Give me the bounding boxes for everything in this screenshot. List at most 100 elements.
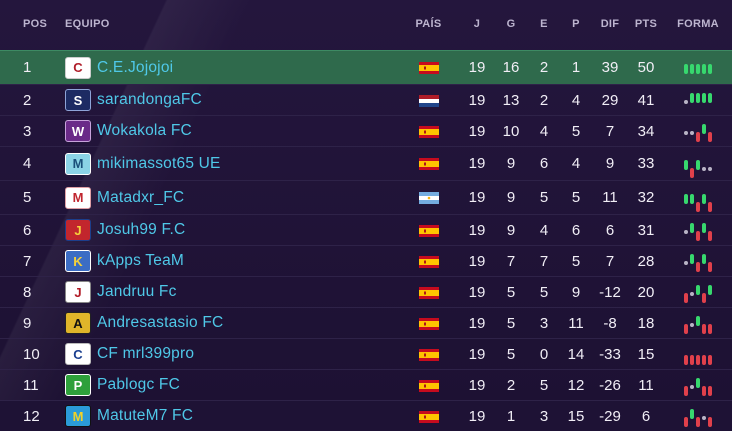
form-loss-marker: l [696,262,700,272]
header-country[interactable]: PAÍS [397,10,460,51]
row-team-cell: S sarandongaFC [65,85,397,116]
header-won[interactable]: G [494,10,528,51]
row-points: 11 [628,370,664,401]
row-position: 12 [0,401,65,431]
row-played: 19 [460,85,494,116]
form-win-marker: w [696,64,700,74]
form-win-marker: w [696,160,700,170]
team-link[interactable]: K kApps TeaM [65,246,397,276]
row-form: dwwww [664,85,732,116]
form-loss-marker: l [702,293,706,303]
form-win-marker: w [702,64,706,74]
team-crest-icon: J [65,281,91,303]
team-link[interactable]: P Pablogc FC [65,370,397,400]
row-lost: 5 [560,116,592,147]
team-name[interactable]: Matadxr_FC [97,189,184,207]
country-flag-icon: spain [397,215,460,246]
form-win-marker: w [702,223,706,233]
team-name[interactable]: kApps TeaM [97,252,184,270]
header-diff[interactable]: DIF [592,10,628,51]
team-crest-icon: S [65,89,91,111]
row-form: dwlwl [664,215,732,246]
row-won: 9 [494,215,528,246]
team-name[interactable]: C.E.Jojojoi [97,59,173,77]
form-loss-marker: l [708,262,712,272]
table-body: 1 C C.E.Jojojoi spain 19 16 2 1 39 50 ww… [0,51,732,431]
table-row[interactable]: 3 W Wokakola FC spain 19 10 4 5 7 34 ddl… [0,116,732,147]
row-drawn: 3 [528,308,560,339]
row-drawn: 5 [528,370,560,401]
team-link[interactable]: C C.E.Jojojoi [65,53,397,83]
team-link[interactable]: J Jandruu Fc [65,277,397,307]
header-form[interactable]: FORMA [664,10,732,51]
table-row[interactable]: 7 K kApps TeaM spain 19 7 7 5 7 28 dwlwl [0,246,732,277]
team-name[interactable]: Andresastasio FC [97,314,223,332]
table-row[interactable]: 12 M MatuteM7 FC spain 19 1 3 15 -29 6 l… [0,401,732,431]
row-drawn: 5 [528,277,560,308]
form-draw-marker: d [684,230,688,234]
header-team[interactable]: EQUIPO [65,10,397,51]
team-name[interactable]: mikimassot65 UE [97,155,221,173]
team-link[interactable]: C CF mrl399pro [65,339,397,369]
table-row[interactable]: 9 A Andresastasio FC spain 19 5 3 11 -8 … [0,308,732,339]
row-won: 16 [494,51,528,85]
team-link[interactable]: S sarandongaFC [65,85,397,115]
form-guide: dwwww [684,91,712,113]
row-team-cell: M Matadxr_FC [65,181,397,215]
row-won: 5 [494,339,528,370]
team-name[interactable]: Josuh99 F.C [97,221,185,239]
form-loss-marker: l [696,231,700,241]
table-row[interactable]: 5 M Matadxr_FC argentina 19 9 5 5 11 32 … [0,181,732,215]
form-loss-marker: l [702,324,706,334]
form-loss-marker: l [696,202,700,212]
row-diff: 9 [592,147,628,181]
team-name[interactable]: Wokakola FC [97,122,192,140]
team-crest-icon: C [65,343,91,365]
row-points: 15 [628,339,664,370]
form-loss-marker: l [690,355,694,365]
header-points[interactable]: PTS [628,10,664,51]
form-win-marker: w [702,194,706,204]
table-row[interactable]: 10 C CF mrl399pro spain 19 5 0 14 -33 15… [0,339,732,370]
team-link[interactable]: M Matadxr_FC [65,183,397,213]
form-draw-marker: d [708,167,712,171]
table-row[interactable]: 1 C C.E.Jojojoi spain 19 16 2 1 39 50 ww… [0,51,732,85]
row-points: 50 [628,51,664,85]
table-row[interactable]: 11 P Pablogc FC spain 19 2 5 12 -26 11 l… [0,370,732,401]
form-loss-marker: l [684,355,688,365]
row-form: ldwlw [664,277,732,308]
row-position: 8 [0,277,65,308]
table-row[interactable]: 4 M mikimassot65 UE spain 19 9 6 4 9 33 … [0,147,732,181]
team-link[interactable]: M MatuteM7 FC [65,401,397,431]
row-team-cell: K kApps TeaM [65,246,397,277]
row-position: 9 [0,308,65,339]
table-row[interactable]: 2 S sarandongaFC netherlands 19 13 2 4 2… [0,85,732,116]
country-flag-icon: spain [397,277,460,308]
form-draw-marker: d [684,261,688,265]
row-played: 19 [460,147,494,181]
row-form: dwlwl [664,246,732,277]
team-link[interactable]: A Andresastasio FC [65,308,397,338]
form-guide: ddlwl [684,122,712,144]
row-played: 19 [460,181,494,215]
team-name[interactable]: CF mrl399pro [97,345,194,363]
team-link[interactable]: J Josuh99 F.C [65,215,397,245]
header-played[interactable]: J [460,10,494,51]
team-name[interactable]: sarandongaFC [97,91,202,109]
team-name[interactable]: Jandruu Fc [97,283,177,301]
row-played: 19 [460,116,494,147]
team-name[interactable]: MatuteM7 FC [97,407,193,425]
form-loss-marker: l [708,231,712,241]
form-loss-marker: l [708,324,712,334]
team-link[interactable]: W Wokakola FC [65,116,397,146]
header-drawn[interactable]: E [528,10,560,51]
team-link[interactable]: M mikimassot65 UE [65,149,397,179]
header-pos[interactable]: POS [0,10,65,51]
form-win-marker: w [690,223,694,233]
team-name[interactable]: Pablogc FC [97,376,180,394]
table-row[interactable]: 8 J Jandruu Fc spain 19 5 5 9 -12 20 ldw… [0,277,732,308]
header-lost[interactable]: P [560,10,592,51]
table-row[interactable]: 6 J Josuh99 F.C spain 19 9 4 6 6 31 dwlw… [0,215,732,246]
form-loss-marker: l [708,132,712,142]
team-crest-icon: P [65,374,91,396]
